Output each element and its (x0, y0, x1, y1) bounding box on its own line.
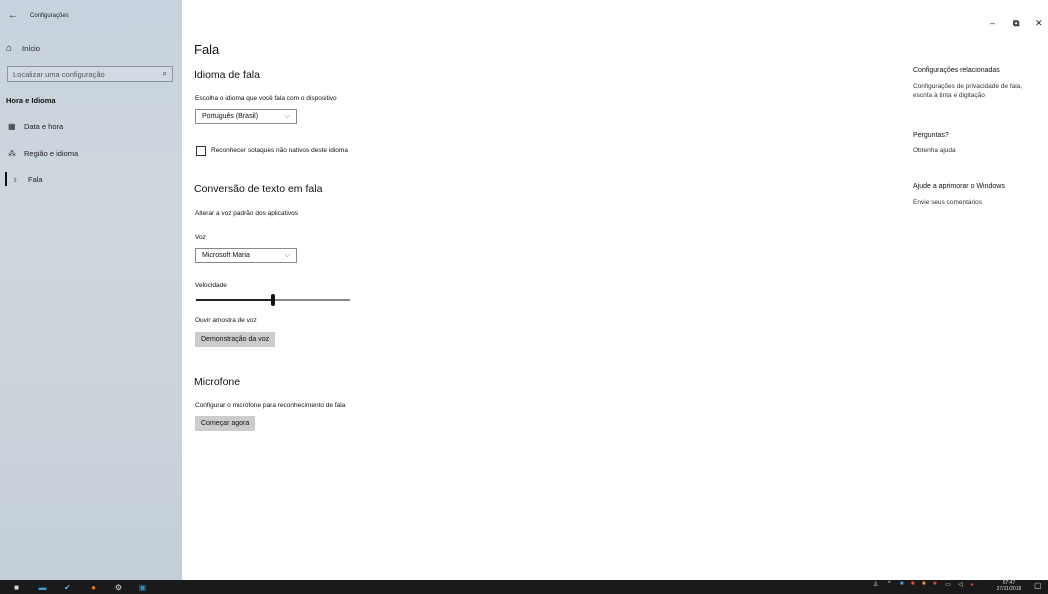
questions-heading: Perguntas? (913, 132, 949, 139)
microphone-icon: ♁ (12, 174, 18, 184)
settings-gear-icon[interactable]: ⚙ (113, 582, 124, 592)
related-settings-heading: Configurações relacionadas (913, 67, 1000, 74)
taskbar: ■ ▬ ✔ ● ⚙ ▣ ♙ ^ ■ ■ ■ ■ ▭ ◁ ◂ 07:47 27/1… (0, 580, 1048, 594)
settings-window: ← Configurações ⌂ Início ⌕ Hora e Idioma… (0, 0, 1048, 580)
tray-app-icon[interactable]: ■ (911, 581, 915, 587)
chevron-down-icon: ⌵ (284, 251, 290, 259)
file-explorer-icon[interactable]: ▬ (37, 582, 48, 592)
improve-windows-heading: Ajude a aprimorar o Windows (913, 183, 1005, 190)
slider-fill (196, 299, 273, 301)
title-bar: ← Configurações (0, 0, 182, 32)
clock[interactable]: 07:47 27/11/2018 (992, 580, 1026, 592)
search-input[interactable] (13, 69, 153, 79)
checkmark-app-icon[interactable]: ✔ (62, 582, 73, 592)
back-arrow-icon[interactable]: ← (8, 10, 18, 21)
get-help-link[interactable]: Obtenha ajuda (913, 146, 1041, 155)
sidebar-item-speech[interactable]: ♁ Fala (0, 171, 182, 187)
people-icon[interactable]: ♙ (873, 581, 878, 588)
microphone-heading: Microfone (194, 376, 241, 388)
sidebar-item-home[interactable]: ⌂ Início (6, 40, 176, 56)
start-icon[interactable]: ■ (11, 582, 22, 592)
preview-label: Ouvir amostra de voz (195, 317, 257, 324)
minimize-icon[interactable]: – (990, 18, 995, 28)
dropdown-value: Microsoft Maria (202, 252, 250, 259)
chevron-up-icon[interactable]: ^ (888, 581, 891, 587)
voice-label: Voz (195, 234, 206, 241)
sidebar: ← Configurações ⌂ Início ⌕ Hora e Idioma… (0, 0, 182, 580)
firefox-icon[interactable]: ● (88, 582, 99, 592)
slider-thumb[interactable] (271, 294, 275, 306)
dropdown-value: Português (Brasil) (202, 113, 259, 120)
sidebar-item-label: Início (22, 43, 40, 53)
sidebar-item-date-time[interactable]: ▦ Data e hora (0, 118, 182, 134)
speech-language-dropdown[interactable]: Português (Brasil) ⌵ (195, 109, 297, 124)
notifications-icon[interactable]: ▢ (1034, 581, 1042, 590)
region-icon: ⁂ (8, 148, 16, 158)
home-icon: ⌂ (6, 42, 13, 54)
feedback-link[interactable]: Envie seus comentários (913, 198, 1041, 207)
accent-checkbox[interactable] (196, 146, 206, 156)
tray-app-icon[interactable]: ■ (933, 581, 937, 587)
app-title: Configurações (30, 13, 69, 19)
sidebar-item-label: Data e hora (24, 121, 64, 131)
search-icon[interactable]: ⌕ (163, 69, 167, 79)
page-title: Fala (194, 42, 220, 57)
voice-demo-button[interactable]: Demonstração da voz (195, 332, 276, 347)
speech-language-heading: Idioma de fala (194, 69, 260, 81)
accent-checkbox-label: Reconhecer sotaques não nativos deste id… (211, 147, 348, 154)
volume-icon[interactable]: ◁ (958, 581, 963, 588)
tts-description: Alterar a voz padrão dos aplicativos (195, 210, 298, 217)
voice-dropdown[interactable]: Microsoft Maria ⌵ (195, 248, 297, 263)
restore-icon[interactable]: ⧉ (1013, 18, 1019, 29)
chevron-down-icon: ⌵ (284, 112, 290, 120)
calendar-icon: ▦ (8, 121, 16, 131)
speed-slider[interactable] (196, 294, 350, 306)
main-content: – ⧉ ✕ Fala Idioma de fala Escolha o idio… (182, 0, 1048, 580)
tray-app-icon[interactable]: ■ (900, 581, 904, 587)
tts-heading: Conversão de texto em fala (194, 183, 323, 195)
search-box[interactable]: ⌕ (7, 66, 173, 82)
microphone-description: Configurar o microfone para reconhecimen… (195, 402, 346, 409)
start-now-button[interactable]: Começar agora (195, 416, 256, 431)
tray-app-icon[interactable]: ■ (922, 581, 926, 587)
app-window-icon[interactable]: ▣ (137, 582, 148, 592)
network-icon[interactable]: ▭ (945, 581, 951, 588)
sidebar-item-region-language[interactable]: ⁂ Região e idioma (0, 145, 182, 161)
privacy-settings-link[interactable]: Configurações de privacidade de fala, es… (913, 82, 1041, 100)
sidebar-item-label: Região e idioma (24, 148, 79, 158)
speech-language-description: Escolha o idioma que você fala com o dis… (195, 95, 337, 102)
battery-warning-icon[interactable]: ◂ (970, 581, 973, 588)
speed-label: Velocidade (195, 282, 227, 289)
clock-date: 27/11/2018 (996, 586, 1022, 592)
section-title: Hora e Idioma (6, 96, 56, 105)
close-icon[interactable]: ✕ (1035, 18, 1043, 29)
sidebar-item-label: Fala (28, 174, 43, 184)
